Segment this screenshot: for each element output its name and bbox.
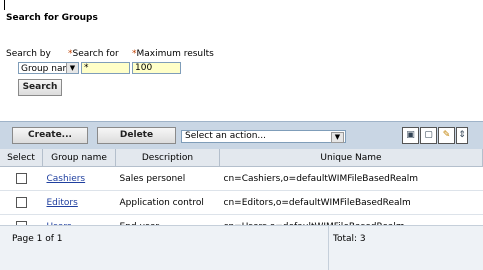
max-results-input[interactable]: 100 <box>132 62 181 74</box>
action-select-value: Select an action... <box>185 131 266 141</box>
chevron-down-icon[interactable]: ▼ <box>66 63 78 73</box>
page-title: Search for Groups <box>6 13 98 23</box>
footer-divider <box>328 226 329 270</box>
description-cell: Application control <box>115 190 220 215</box>
group-name-cell: Editors <box>42 190 116 215</box>
table-row: Editors Application control cn=Editors,o… <box>0 190 483 215</box>
chevron-down-icon[interactable]: ▼ <box>331 132 344 143</box>
column-header-unique-name[interactable]: Unique Name <box>219 149 483 167</box>
column-header-select[interactable]: Select <box>0 149 43 167</box>
select-all-icon[interactable]: ▣ <box>402 127 419 144</box>
table-footer: Page 1 of 1 Total: 3 <box>0 225 483 270</box>
collapse-icon[interactable]: ⇕ <box>456 127 468 144</box>
unique-name-cell: cn=Cashiers,o=defaultWIMFileBasedRealm <box>219 166 483 191</box>
deselect-all-icon[interactable]: ▢ <box>420 127 437 144</box>
page-indicator: Page 1 of 1 <box>12 234 63 244</box>
unique-name-cell: cn=Editors,o=defaultWIMFileBasedRealm <box>219 190 483 215</box>
group-link[interactable]: Cashiers <box>47 174 86 184</box>
search-by-label: Search by <box>6 49 51 59</box>
description-cell: Sales personel <box>115 166 220 191</box>
total-count: Total: 3 <box>333 234 366 244</box>
search-by-select[interactable]: Group name ▼ <box>18 62 79 74</box>
table-row: Cashiers Sales personel cn=Cashiers,o=de… <box>0 166 483 191</box>
max-results-label: *Maximum results <box>132 49 214 59</box>
row-checkbox[interactable] <box>15 197 27 208</box>
search-for-text: Search for <box>72 49 119 59</box>
search-for-input[interactable]: * <box>81 62 130 74</box>
max-results-text: Maximum results <box>136 49 214 59</box>
text-cursor <box>4 0 5 10</box>
search-for-label: *Search for <box>68 49 119 59</box>
search-button[interactable]: Search <box>18 79 62 96</box>
row-checkbox[interactable] <box>15 173 27 184</box>
edit-filter-icon[interactable]: ✎ <box>438 127 455 144</box>
group-name-cell: Cashiers <box>42 166 116 191</box>
delete-button[interactable]: Delete <box>97 127 176 144</box>
table-header-row: Select Group name Description Unique Nam… <box>0 149 483 167</box>
create-button[interactable]: Create... <box>12 127 88 144</box>
action-select[interactable]: Select an action... ▼ <box>181 130 346 143</box>
group-link[interactable]: Editors <box>47 198 78 208</box>
column-header-group-name[interactable]: Group name <box>42 149 116 167</box>
row-checkbox-cell <box>0 190 43 215</box>
row-checkbox-cell <box>0 166 43 191</box>
column-header-description[interactable]: Description <box>115 149 220 167</box>
